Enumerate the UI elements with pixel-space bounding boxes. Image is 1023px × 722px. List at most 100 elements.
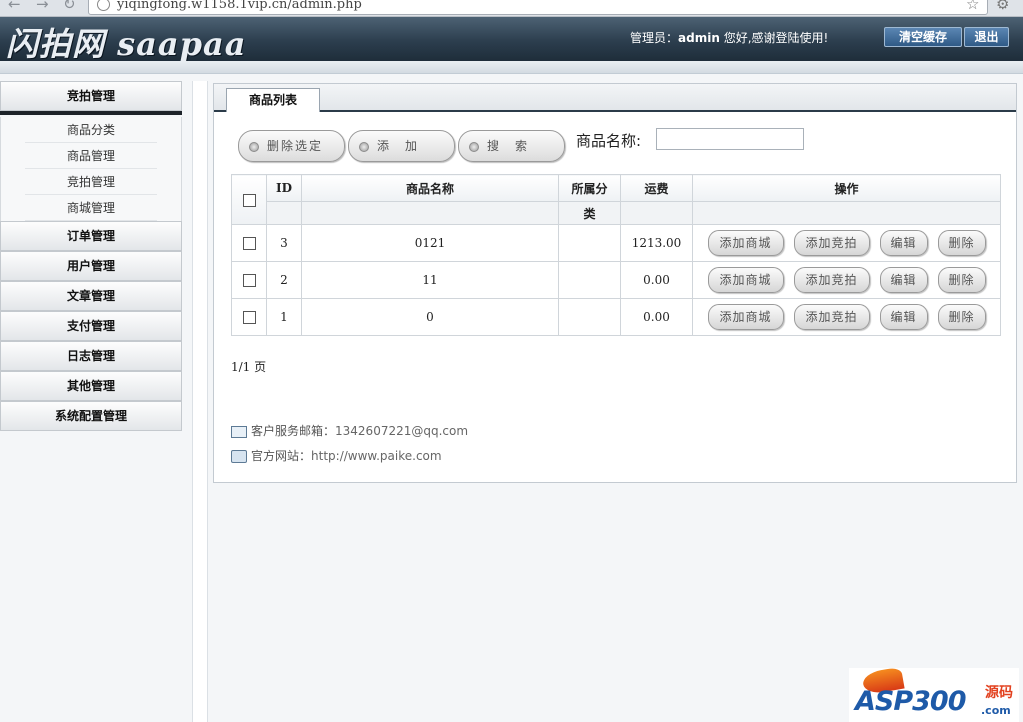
sidebar-section-orders[interactable]: 订单管理 <box>0 221 182 251</box>
site-logo: 闪拍网 saapaa <box>6 25 247 61</box>
website-icon <box>231 450 247 463</box>
row-id: 2 <box>266 261 302 299</box>
clear-cache-button[interactable]: 清空缓存 <box>884 27 962 47</box>
address-text[interactable]: yiqingfong.w1158.1vip.cn/admin.php <box>117 0 362 12</box>
row-checkbox[interactable] <box>242 237 256 250</box>
header-id: ID <box>266 174 302 202</box>
row-category <box>558 224 621 262</box>
logout-button[interactable]: 退出 <box>964 27 1009 47</box>
delete-selected-button[interactable]: 删除选定 <box>238 130 345 162</box>
sidebar-item-mall[interactable]: 商城管理 <box>0 195 182 221</box>
header-spacer <box>692 201 1001 225</box>
sidebar-section-articles[interactable]: 文章管理 <box>0 281 182 311</box>
row-shipping: 0.00 <box>620 261 693 299</box>
watermark-text: ASP300 <box>855 686 966 717</box>
sidebar-item-category[interactable]: 商品分类 <box>0 117 182 143</box>
header-spacer <box>620 201 693 225</box>
sidebar-section-system[interactable]: 系统配置管理 <box>0 401 182 431</box>
mail-icon <box>231 425 247 438</box>
add-auction-button[interactable]: 添加竞拍 <box>793 267 870 293</box>
add-label: 添 加 <box>377 139 420 153</box>
email-label: 客户服务邮箱： <box>251 424 336 438</box>
sidebar-splitter[interactable] <box>192 81 208 722</box>
header-category-cont: 类 <box>558 201 621 225</box>
bullet-icon <box>359 142 369 152</box>
bullet-icon <box>249 142 259 152</box>
row-select-cell <box>231 224 267 262</box>
row-name: 0 <box>301 298 559 336</box>
watermark-domain: .com <box>981 704 1011 717</box>
header-category: 所属分 <box>558 174 621 202</box>
header-spacer <box>301 201 559 225</box>
row-shipping: 1213.00 <box>620 224 693 262</box>
site-value[interactable]: http://www.paike.com <box>311 449 442 463</box>
sidebar-section-other[interactable]: 其他管理 <box>0 371 182 401</box>
address-bar[interactable]: yiqingfong.w1158.1vip.cn/admin.php <box>88 0 988 15</box>
site-label: 官方网站： <box>251 449 312 463</box>
row-shipping: 0.00 <box>620 298 693 336</box>
admin-suffix: 您好,感谢登陆使用! <box>719 31 829 45</box>
add-mall-button[interactable]: 添加商城 <box>707 304 784 330</box>
sidebar-item-auction[interactable]: 竞拍管理 <box>0 169 182 195</box>
edit-button[interactable]: 编辑 <box>879 230 928 256</box>
table-header-row: ID 商品名称 所属分 运费 操作 <box>231 174 1001 225</box>
add-auction-button[interactable]: 添加竞拍 <box>793 304 870 330</box>
goods-name-label: 商品名称: <box>576 132 642 150</box>
admin-greeting: 管理员：admin 您好,感谢登陆使用! <box>630 29 828 46</box>
header-actions: 操作 <box>692 174 1001 202</box>
row-select-cell <box>231 298 267 336</box>
goods-table: ID 商品名称 所属分 运费 操作 类 3 0121 1213.00 添加商城添… <box>231 174 1001 336</box>
page-icon <box>97 0 110 11</box>
delete-button[interactable]: 删除 <box>937 230 986 256</box>
row-checkbox[interactable] <box>242 274 256 287</box>
edit-button[interactable]: 编辑 <box>879 267 928 293</box>
search-label: 搜 索 <box>487 139 530 153</box>
back-icon[interactable]: ← <box>8 0 21 13</box>
sidebar-section-payment[interactable]: 支付管理 <box>0 311 182 341</box>
add-mall-button[interactable]: 添加商城 <box>707 267 784 293</box>
header-strip <box>0 61 1023 74</box>
sidebar-section-users[interactable]: 用户管理 <box>0 251 182 281</box>
add-button[interactable]: 添 加 <box>348 130 455 162</box>
search-button[interactable]: 搜 索 <box>458 130 565 162</box>
row-id: 1 <box>266 298 302 336</box>
row-actions: 添加商城 添加竞拍 编辑 删除 <box>692 298 1001 336</box>
row-actions: 添加商城 添加竞拍 编辑 删除 <box>692 224 1001 262</box>
browser-toolbar: ← → ↻ yiqingfong.w1158.1vip.cn/admin.php… <box>0 0 1023 17</box>
header-shipping: 运费 <box>620 174 693 202</box>
wrench-icon[interactable]: ⚙ <box>996 0 1009 13</box>
contact-site-line: 官方网站：http://www.paike.com <box>231 447 442 464</box>
row-checkbox[interactable] <box>242 311 256 324</box>
main-panel: 商品列表 删除选定 添 加 搜 索 商品名称: ID 商品名称 所属分 运费 操… <box>213 83 1017 483</box>
watermark-logo: ASP300 源码 .com <box>849 666 1019 722</box>
tab-goods-list[interactable]: 商品列表 <box>226 88 320 112</box>
email-value[interactable]: 1342607221@qq.com <box>335 424 468 438</box>
select-all-checkbox[interactable] <box>242 193 256 207</box>
sidebar-section-logs[interactable]: 日志管理 <box>0 341 182 371</box>
goods-name-input[interactable] <box>656 128 804 150</box>
add-mall-button[interactable]: 添加商城 <box>707 230 784 256</box>
header-spacer <box>266 201 302 225</box>
add-auction-button[interactable]: 添加竞拍 <box>793 230 870 256</box>
sidebar-item-goods[interactable]: 商品管理 <box>0 143 182 169</box>
admin-name: admin <box>678 31 720 45</box>
row-name: 0121 <box>301 224 559 262</box>
edit-button[interactable]: 编辑 <box>879 304 928 330</box>
table-row: 3 0121 1213.00 添加商城 添加竞拍 编辑 删除 <box>231 224 1001 262</box>
delete-button[interactable]: 删除 <box>937 304 986 330</box>
sidebar-section-auction[interactable]: 竞拍管理 <box>0 81 182 111</box>
watermark-side: 源码 <box>985 685 1013 701</box>
table-row: 1 0 0.00 添加商城 添加竞拍 编辑 删除 <box>231 298 1001 336</box>
delete-selected-label: 删除选定 <box>267 139 324 153</box>
bookmark-star-icon[interactable]: ☆ <box>966 0 979 13</box>
sidebar-active-bar <box>0 111 182 115</box>
contact-email-line: 客户服务邮箱：1342607221@qq.com <box>231 422 468 439</box>
row-category <box>558 298 621 336</box>
forward-icon[interactable]: → <box>36 0 49 13</box>
admin-prefix: 管理员： <box>630 31 679 45</box>
pagination-text: 1/1 页 <box>231 360 267 374</box>
table-header-row-2: 类 <box>232 201 1001 225</box>
reload-icon[interactable]: ↻ <box>63 0 76 13</box>
delete-button[interactable]: 删除 <box>937 267 986 293</box>
row-category <box>558 261 621 299</box>
